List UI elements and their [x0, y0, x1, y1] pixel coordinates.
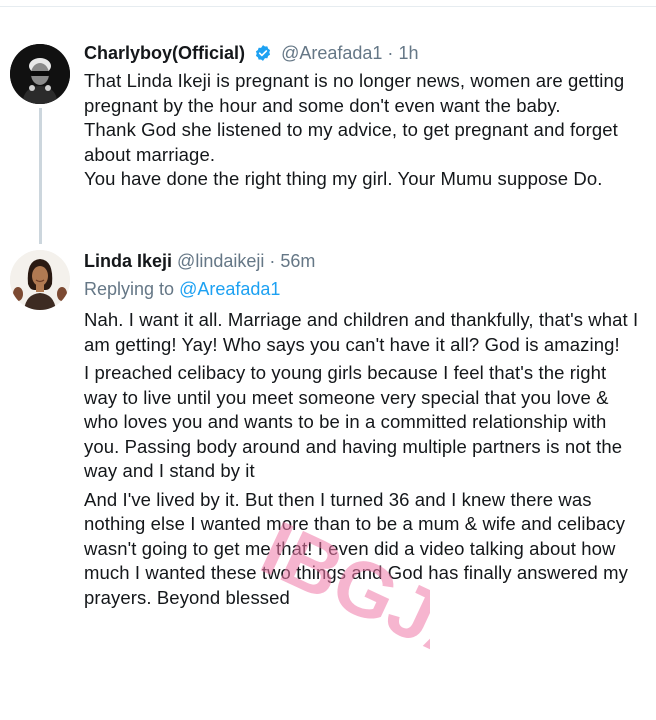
man-sunglasses-icon — [10, 44, 70, 104]
tweet-text-paragraph: That Linda Ikeji is pregnant is no longe… — [84, 70, 625, 116]
verified-badge-icon — [254, 43, 272, 69]
tweet-text-paragraph: And I've lived by it. But then I turned … — [84, 488, 629, 608]
timestamp[interactable]: 1h — [398, 43, 418, 63]
tweet-text-paragraph: Thank God she listened to my advice, to … — [84, 119, 618, 165]
tweet-body: Charlyboy(Official) @Areafada1 · 1h That… — [84, 40, 642, 192]
user-handle[interactable]: @lindaikeji — [177, 251, 264, 271]
replying-prefix: Replying to — [84, 279, 175, 299]
display-name[interactable]: Charlyboy(Official) — [84, 43, 245, 63]
separator-dot: · — [269, 251, 276, 271]
tweet-thread-screenshot: Charlyboy(Official) @Areafada1 · 1h That… — [0, 0, 656, 720]
avatar[interactable] — [10, 250, 70, 310]
tweet-header: Charlyboy(Official) @Areafada1 · 1h — [84, 40, 642, 69]
tweet-text-paragraph: I preached celibacy to young girls becau… — [84, 362, 623, 481]
tweet-text-paragraph: Nah. I want it all. Marriage and childre… — [84, 309, 639, 355]
tweet-body: Linda Ikeji @lindaikeji · 56m Replying t… — [84, 248, 642, 610]
top-divider — [0, 6, 656, 7]
tweet-header: Linda Ikeji @lindaikeji · 56m — [84, 248, 642, 274]
avatar[interactable] — [10, 44, 70, 104]
display-name[interactable]: Linda Ikeji — [84, 251, 172, 271]
separator-dot: · — [387, 43, 394, 63]
timestamp[interactable]: 56m — [280, 251, 315, 271]
reply-mention-link[interactable]: @Areafada1 — [179, 279, 280, 299]
tweet-text-paragraph: You have done the right thing my girl. Y… — [84, 168, 603, 189]
user-handle[interactable]: @Areafada1 — [281, 43, 382, 63]
thread-connector-line — [39, 108, 42, 244]
woman-illustration-icon — [10, 250, 70, 310]
replying-to-line: Replying to @Areafada1 — [84, 276, 642, 302]
